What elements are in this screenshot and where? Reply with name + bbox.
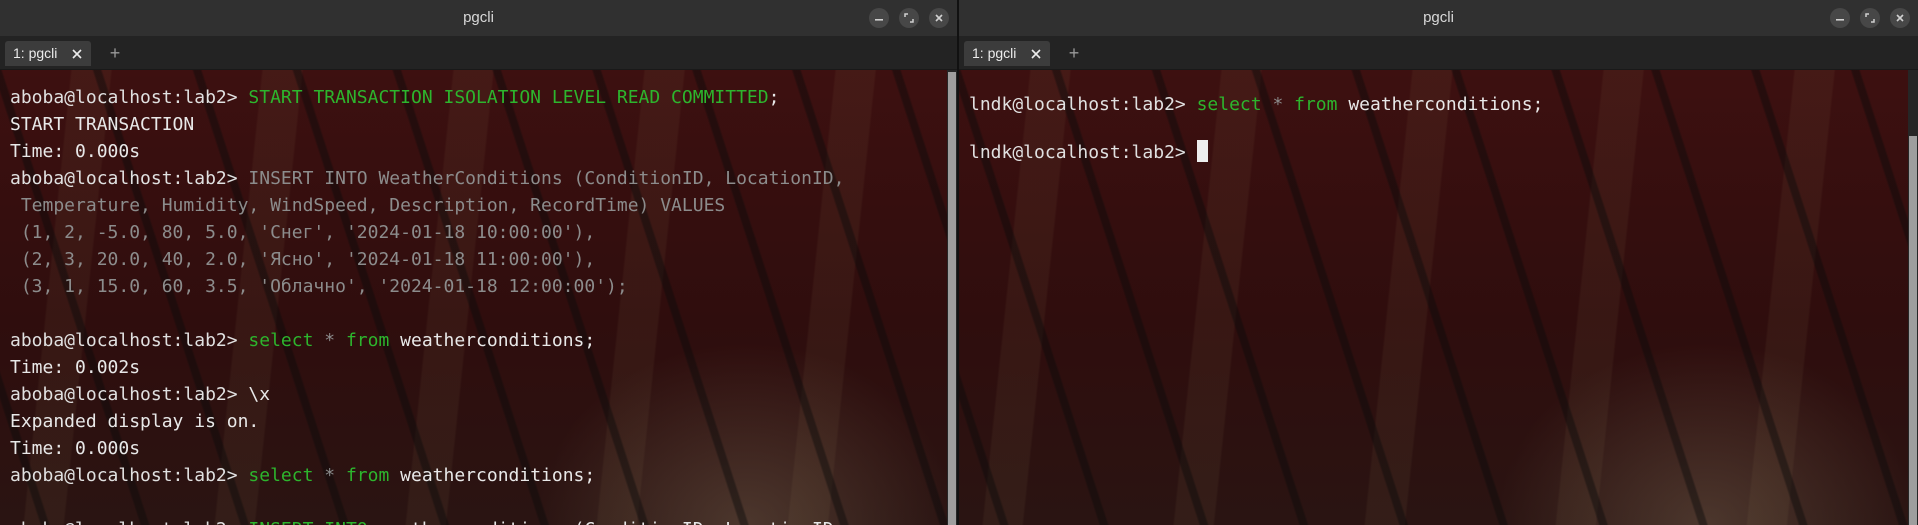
text-cursor [1196, 140, 1208, 162]
tab-close-button[interactable] [1028, 46, 1043, 61]
terminal-line: Time: 0.002s [10, 354, 947, 381]
prompt-text: aboba@localhost:lab2> [10, 330, 249, 351]
terminal-output[interactable]: lndk@localhost:lab2> select * from weath… [959, 70, 1918, 525]
maximize-icon [904, 13, 914, 23]
new-tab-button[interactable]: + [106, 41, 124, 66]
terminal-text: weatherconditions (ConditionID, Location… [368, 519, 844, 525]
tab-close-icon [1030, 48, 1041, 59]
window-title: pgcli [463, 9, 494, 26]
terminal-window-right: pgcli 1: pgcli + lndk@localhost:lab2> se… [959, 0, 1918, 525]
terminal-line: (3, 1, 15.0, 60, 3.5, 'Облачно', '2024-0… [10, 273, 947, 300]
close-button[interactable] [929, 8, 949, 28]
plus-icon: + [1068, 43, 1080, 63]
prompt-text: aboba@localhost:lab2> [10, 384, 249, 405]
terminal-text: INSERT INTO WeatherConditions (Condition… [248, 168, 845, 189]
maximize-button[interactable] [1860, 8, 1880, 28]
sql-keyword: from [345, 330, 390, 351]
tab-bar: 1: pgcli + [0, 36, 957, 70]
terminal-line: lndk@localhost:lab2> select * from weath… [969, 81, 1908, 129]
prompt-text: aboba@localhost:lab2> [10, 168, 249, 189]
terminal-text: * [313, 330, 346, 351]
terminal-text: \x [248, 384, 271, 405]
terminal-line: (1, 2, -5.0, 80, 5.0, 'Снег', '2024-01-1… [10, 219, 947, 246]
sql-keyword: select [248, 465, 314, 486]
terminal-line: START TRANSACTION [10, 111, 947, 138]
tab-close-button[interactable] [69, 46, 84, 61]
terminal-lines: lndk@localhost:lab2> select * from weath… [969, 81, 1908, 177]
terminal-line: Time: 0.000s [10, 138, 947, 165]
sql-keyword: from [1294, 94, 1338, 115]
terminal-line: Temperature, Humidity, WindSpeed, Descri… [10, 192, 947, 219]
terminal-line: aboba@localhost:lab2> select * from weat… [10, 327, 947, 354]
terminal-text: weatherconditions; [389, 465, 596, 486]
sql-keyword: select [248, 330, 314, 351]
terminal-text: Temperature, Humidity, WindSpeed, Descri… [10, 195, 726, 216]
window-title: pgcli [1423, 9, 1454, 26]
terminal-text: START TRANSACTION [10, 114, 195, 135]
terminal-line: aboba@localhost:lab2> INSERT INTO Weathe… [10, 165, 947, 192]
close-icon [935, 14, 943, 22]
close-button[interactable] [1890, 8, 1910, 28]
terminal-line: Expanded display is on. [10, 408, 947, 435]
terminal-text: (1, 2, -5.0, 80, 5.0, 'Снег', '2024-01-1… [10, 222, 596, 243]
scrollbar[interactable] [947, 70, 957, 525]
new-tab-button[interactable]: + [1065, 41, 1083, 66]
titlebar[interactable]: pgcli [0, 0, 957, 36]
prompt-text: lndk@localhost:lab2> [969, 94, 1197, 115]
terminal-line: aboba@localhost:lab2> START TRANSACTION … [10, 84, 947, 111]
window-controls [869, 8, 949, 28]
terminal-text: Time: 0.000s [10, 438, 141, 459]
prompt-text: lndk@localhost:lab2> [969, 142, 1197, 163]
tab-label: 1: pgcli [972, 45, 1017, 61]
terminal-text: ; [768, 87, 780, 108]
terminal-line: Time: 0.000s [10, 435, 947, 462]
maximize-button[interactable] [899, 8, 919, 28]
sql-keyword: select [1196, 94, 1262, 115]
terminal-text: (3, 1, 15.0, 60, 3.5, 'Облачно', '2024-0… [10, 276, 628, 297]
sql-keyword: START TRANSACTION ISOLATION LEVEL READ C… [248, 87, 769, 108]
scrollbar-thumb[interactable] [948, 72, 956, 525]
prompt-text: aboba@localhost:lab2> [10, 87, 249, 108]
terminal-text: weatherconditions; [1337, 94, 1544, 115]
prompt-text: aboba@localhost:lab2> [10, 465, 249, 486]
prompt-text: aboba@localhost:lab2> [10, 519, 248, 525]
terminal-line: aboba@localhost:lab2> select * from weat… [10, 462, 947, 489]
terminal-line: aboba@localhost:lab2> INSERT INTO weathe… [10, 516, 947, 525]
minimize-button[interactable] [869, 8, 889, 28]
scrollbar-thumb[interactable] [1909, 136, 1917, 525]
terminal-line: aboba@localhost:lab2> \x [10, 381, 947, 408]
terminal-window-left: pgcli 1: pgcli + aboba@localhost:lab2> S… [0, 0, 957, 525]
tab-bar: 1: pgcli + [959, 36, 1918, 70]
tab-label: 1: pgcli [13, 45, 58, 61]
terminal-text: Expanded display is on. [10, 411, 260, 432]
scrollbar[interactable] [1908, 70, 1918, 525]
terminal-text: * [1261, 94, 1295, 115]
tab-close-icon [71, 48, 82, 59]
terminal-output[interactable]: aboba@localhost:lab2> START TRANSACTION … [0, 70, 957, 525]
window-controls [1830, 8, 1910, 28]
minimize-icon [1836, 19, 1844, 21]
tab-pgcli[interactable]: 1: pgcli [964, 41, 1050, 66]
plus-icon: + [109, 43, 121, 63]
titlebar[interactable]: pgcli [959, 0, 1918, 36]
close-icon [1896, 14, 1904, 22]
sql-keyword: INSERT INTO [248, 519, 367, 525]
terminal-line: lndk@localhost:lab2> [969, 129, 1908, 177]
terminal-text: * [313, 465, 346, 486]
terminal-line: (2, 3, 20.0, 40, 2.0, 'Ясно', '2024-01-1… [10, 246, 947, 273]
maximize-icon [1865, 13, 1875, 23]
terminal-text: (2, 3, 20.0, 40, 2.0, 'Ясно', '2024-01-1… [10, 249, 596, 270]
sql-keyword: from [345, 465, 390, 486]
terminal-text: weatherconditions; [389, 330, 596, 351]
terminal-lines: aboba@localhost:lab2> START TRANSACTION … [10, 84, 947, 525]
minimize-button[interactable] [1830, 8, 1850, 28]
terminal-text: Time: 0.002s [10, 357, 141, 378]
terminal-text: Time: 0.000s [10, 141, 141, 162]
minimize-icon [875, 19, 883, 21]
tab-pgcli[interactable]: 1: pgcli [5, 41, 91, 66]
